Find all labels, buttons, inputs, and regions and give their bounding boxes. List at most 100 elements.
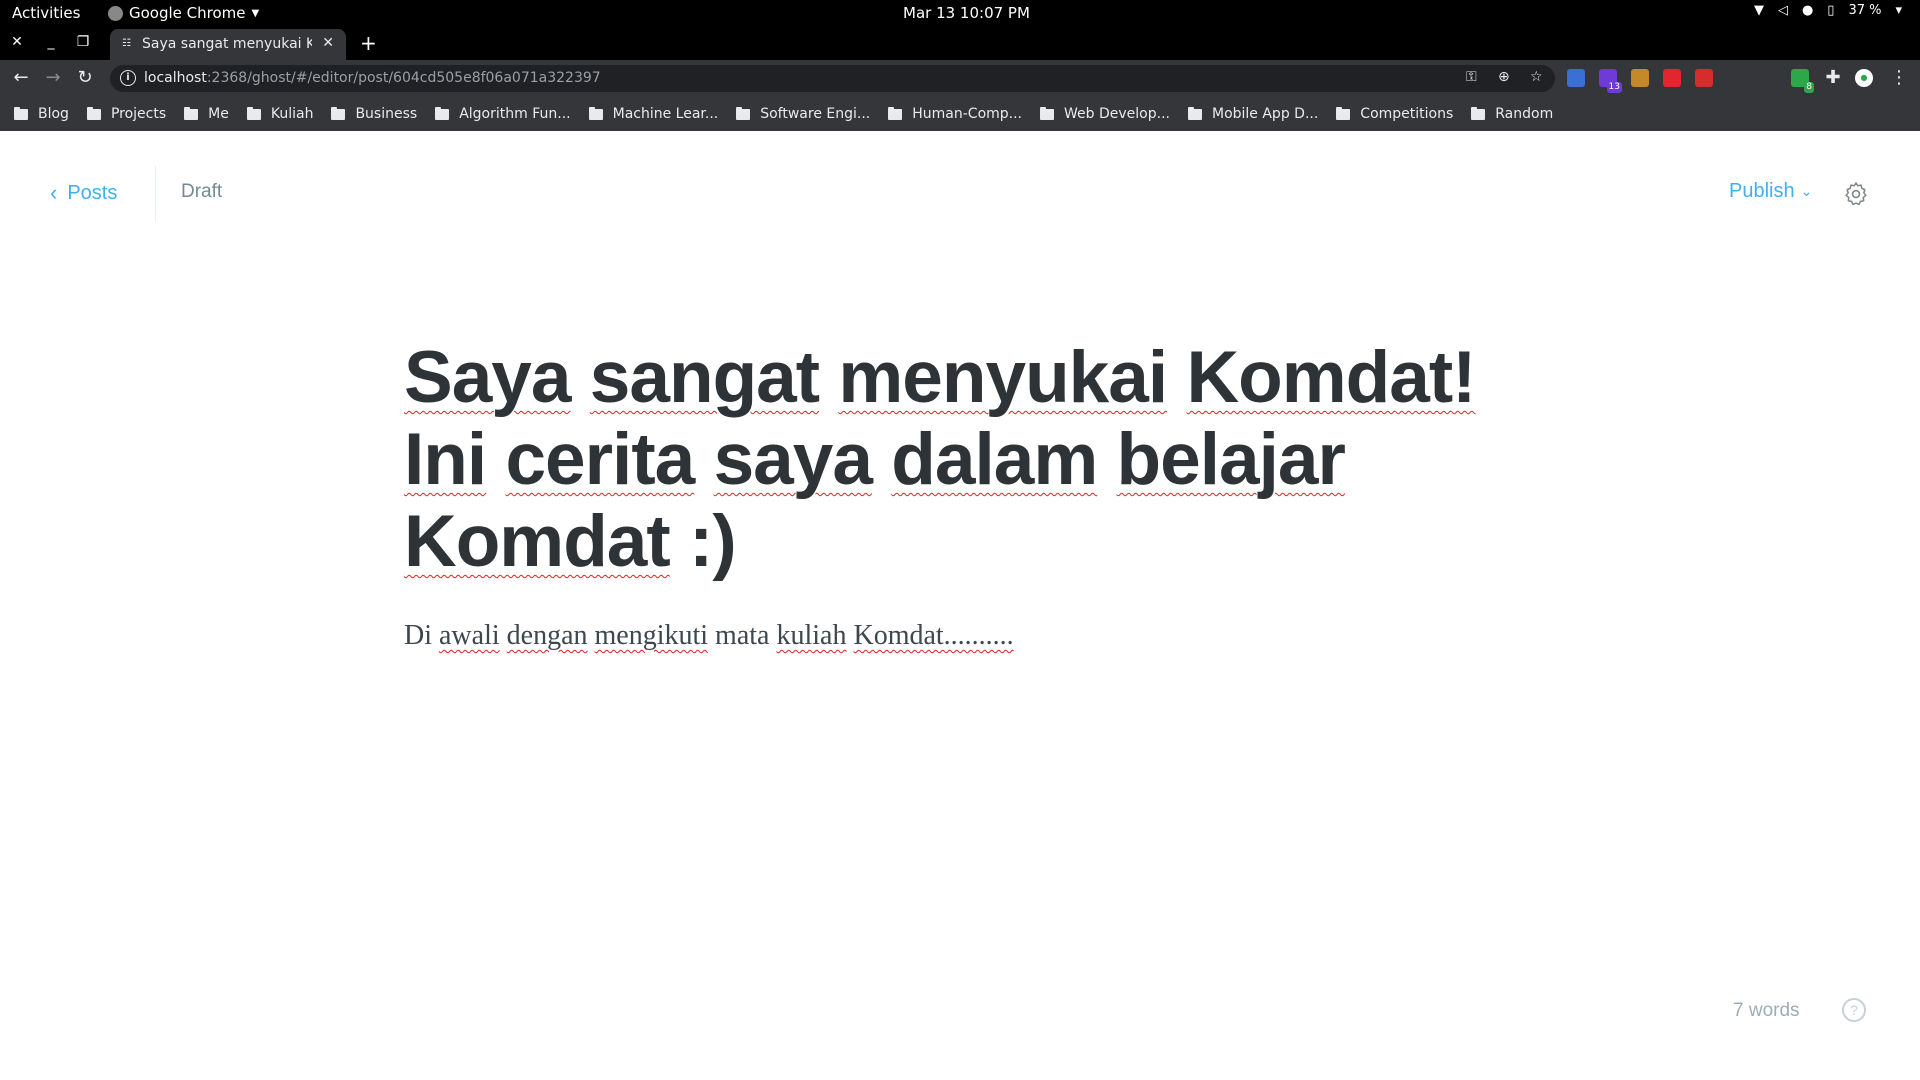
- clock[interactable]: Mar 13 10:07 PM: [903, 4, 1030, 22]
- word: Komdat!: [1186, 337, 1476, 418]
- bookmark-folder[interactable]: Me: [184, 106, 229, 122]
- hand-stop-ext-icon[interactable]: [1695, 69, 1713, 87]
- bookmark-label: Projects: [110, 106, 167, 122]
- bookmark-label: Software Engi...: [760, 106, 871, 122]
- folder-icon: [86, 106, 101, 120]
- back-to-posts-link[interactable]: ‹ Posts: [50, 180, 117, 206]
- word-count: 7 words: [1733, 1000, 1800, 1021]
- tab-strip: ✕ _ ❐ ☷ Saya sangat menyukai Komdat! Ini…: [0, 27, 1920, 60]
- translate-ext-icon[interactable]: [1567, 69, 1585, 87]
- publish-label: Publish: [1729, 180, 1795, 202]
- orange-ext-icon[interactable]: [1759, 69, 1777, 87]
- red-square-ext-icon[interactable]: [1663, 69, 1681, 87]
- word: mata: [715, 620, 770, 651]
- cookie-ext-icon[interactable]: [1631, 69, 1649, 87]
- system-menu-caret-icon: ▾: [1895, 3, 1902, 18]
- bookmark-label: Kuliah: [270, 106, 314, 122]
- url-host: localhost: [144, 70, 207, 86]
- tab-active[interactable]: ☷ Saya sangat menyukai Komdat! Ini cerit…: [110, 29, 346, 60]
- key-icon[interactable]: ⚿: [1466, 69, 1477, 85]
- forward-arrow-icon[interactable]: →: [42, 67, 64, 88]
- battery-level: 37 %: [1848, 3, 1882, 18]
- system-top-bar: Activities Google Chrome ▼ Mar 13 10:07 …: [0, 0, 1920, 27]
- formula-ext-icon[interactable]: [1727, 69, 1745, 87]
- bookmark-label: Web Develop...: [1064, 106, 1170, 122]
- bookmark-label: Mobile App D...: [1211, 106, 1319, 122]
- bookmark-folder[interactable]: Mobile App D...: [1187, 106, 1319, 122]
- word: kuliah: [776, 620, 847, 651]
- folder-icon: [184, 106, 199, 120]
- bookmark-folder[interactable]: Software Engi...: [736, 106, 870, 122]
- folder-icon: [736, 106, 751, 120]
- bookmark-label: Human-Comp...: [912, 106, 1023, 122]
- caret-down-icon: ▼: [251, 7, 260, 19]
- bookmark-label: Competitions: [1360, 106, 1454, 122]
- extensions-puzzle-icon[interactable]: ✚: [1822, 67, 1844, 88]
- site-info-icon[interactable]: i: [120, 70, 136, 86]
- word: Komdat..........: [853, 620, 1014, 651]
- help-question-icon[interactable]: ?: [1842, 998, 1866, 1022]
- bookmark-folder[interactable]: Random: [1471, 106, 1553, 122]
- word: menyukai: [838, 337, 1168, 418]
- url-text[interactable]: localhost:2368/ghost/#/editor/post/604cd…: [144, 70, 601, 86]
- folder-icon: [888, 106, 903, 120]
- chevron-left-icon: ‹: [50, 180, 58, 205]
- window-restore-icon[interactable]: ❐: [74, 34, 92, 50]
- word: dengan: [506, 620, 588, 651]
- post-status: Draft: [181, 181, 223, 202]
- post-title-field[interactable]: Saya sangat menyukai Komdat! Ini cerita …: [404, 337, 1504, 583]
- purple-ext-icon[interactable]: 13: [1599, 69, 1622, 93]
- bookmark-folder[interactable]: Blog: [14, 106, 69, 122]
- chevron-down-icon: ⌄: [1800, 183, 1813, 199]
- word: saya: [713, 419, 873, 500]
- bookmark-folder[interactable]: Algorithm Fun...: [435, 106, 571, 122]
- folder-icon: [246, 106, 261, 120]
- more-menu-icon[interactable]: ⋮: [1888, 67, 1910, 88]
- settings-gear-icon[interactable]: [1843, 181, 1869, 207]
- folder-icon: [331, 106, 346, 120]
- back-arrow-icon[interactable]: ←: [10, 67, 32, 88]
- window-minimize-icon[interactable]: _: [42, 34, 60, 50]
- bookmark-label: Algorithm Fun...: [459, 106, 571, 122]
- browser-toolbar: ← → ↻ i localhost:2368/ghost/#/editor/po…: [0, 60, 1920, 97]
- folder-icon: [1471, 106, 1486, 120]
- app-name: Google Chrome: [129, 4, 246, 22]
- wifi-icon: ▼: [1753, 3, 1764, 18]
- word: belajar: [1116, 419, 1346, 500]
- folder-icon: [588, 106, 603, 120]
- bookmark-star-icon[interactable]: ☆: [1530, 69, 1543, 85]
- address-bar[interactable]: i localhost:2368/ghost/#/editor/post/604…: [110, 65, 1555, 92]
- bookmark-folder[interactable]: Web Develop...: [1040, 106, 1170, 122]
- chrome-icon: [108, 5, 123, 21]
- system-tray[interactable]: ▼ ◁ ● ▯ 37 % ▾: [1754, 3, 1902, 18]
- bookmark-folder[interactable]: Business: [331, 106, 417, 122]
- header-divider: [155, 166, 156, 221]
- ghost-favicon-icon: ☷: [122, 38, 131, 49]
- publish-menu-button[interactable]: Publish ⌄: [1729, 180, 1812, 203]
- green-ext-icon[interactable]: 8: [1791, 69, 1814, 93]
- bookmark-folder[interactable]: Human-Comp...: [888, 106, 1022, 122]
- app-menu[interactable]: Google Chrome ▼: [108, 4, 259, 22]
- new-tab-icon[interactable]: +: [360, 31, 377, 55]
- zoom-icon[interactable]: ⊕: [1498, 69, 1510, 85]
- folder-icon: [14, 106, 28, 120]
- folder-icon: [1040, 106, 1055, 120]
- bookmark-folder[interactable]: Projects: [86, 106, 167, 122]
- window-close-icon[interactable]: ✕: [8, 34, 26, 50]
- bookmark-folder[interactable]: Machine Lear...: [588, 106, 718, 122]
- activities-button[interactable]: Activities: [12, 4, 80, 22]
- word: awali: [439, 620, 500, 651]
- tab-title: Saya sangat menyukai Komdat! Ini cerita …: [142, 36, 312, 52]
- bookmark-folder[interactable]: Competitions: [1336, 106, 1453, 122]
- bookmark-folder[interactable]: Kuliah: [246, 106, 314, 122]
- tab-close-icon[interactable]: ✕: [322, 35, 334, 51]
- microphone-icon: ●: [1801, 3, 1814, 18]
- word: sangat: [589, 337, 820, 418]
- bookmark-label: Random: [1495, 106, 1554, 122]
- reload-icon[interactable]: ↻: [74, 67, 96, 88]
- post-body-editor[interactable]: Di awali dengan mengikuti mata kuliah Ko…: [404, 620, 1504, 652]
- profile-avatar[interactable]: ●: [1855, 69, 1873, 87]
- word: :): [689, 501, 737, 582]
- word: Komdat: [404, 501, 671, 582]
- bookmark-label: Blog: [38, 106, 69, 122]
